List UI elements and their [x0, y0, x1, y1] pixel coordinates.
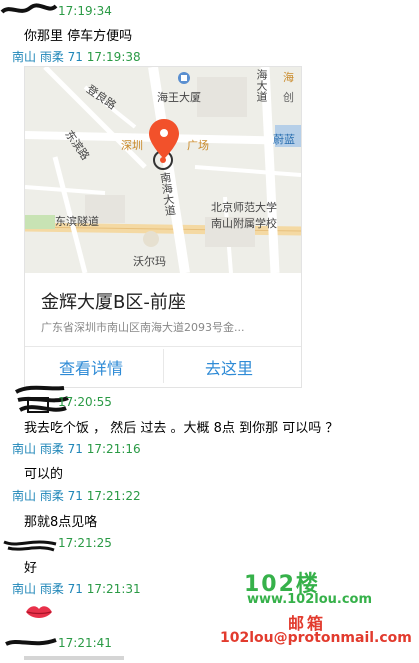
map-label: 沃尔玛 [133, 255, 166, 268]
message-text: 可以的 [24, 467, 64, 482]
message-header: 南山 雨柔 71 17:21:16 [12, 440, 141, 457]
sender-name: 南山 雨柔 71 [12, 442, 83, 456]
message-text: 我去吃个饭 ， 然后 过去 。大概 8点 到你那 可以吗 ？ [24, 421, 339, 436]
message-time: 17:21:25 [58, 536, 112, 550]
sender-name: 南山 雨柔 71 [12, 582, 83, 596]
map-label: 北京师范大学 [211, 201, 277, 214]
location-pin-icon [149, 119, 179, 159]
message-time: 17:21:22 [86, 489, 141, 503]
map-label: 广场 [187, 139, 209, 152]
watermark-email: 102lou@protonmail.com [220, 630, 412, 646]
navigate-button[interactable]: 去这里 [205, 355, 253, 379]
message-time: 17:21:16 [86, 442, 141, 456]
location-card[interactable]: 海王大厦 深圳 广场 南海大道 海大道 海 创 蔚蓝 东滨隧道 沃尔玛 北京师范… [24, 66, 302, 388]
map-label: 南山附属学校 [211, 217, 277, 230]
message-time: 17:19:38 [86, 50, 141, 64]
message-time: 17:19:34 [58, 4, 112, 18]
map-label: 深圳 [121, 139, 143, 152]
map-label: 海 [283, 71, 294, 84]
location-title: 金辉大厦B区-前座 [41, 292, 186, 313]
map-poi-icon [178, 72, 190, 84]
map-label: 海大道 [255, 69, 268, 102]
map-label: 东滨隧道 [55, 215, 99, 228]
sender-name: 南山 雨柔 71 [12, 50, 83, 64]
message-header: 南山 雨柔 71 17:21:22 [12, 487, 141, 504]
redacted-name-scribble [0, 3, 58, 14]
message-time: 17:21:41 [58, 636, 112, 650]
map-label: 蔚蓝 [273, 133, 295, 146]
message-time: 17:20:55 [58, 395, 112, 409]
cut-off-message-text [24, 656, 124, 660]
view-details-button[interactable]: 查看详情 [59, 355, 123, 379]
message-header: 南山 雨柔 71 17:21:31 [12, 580, 141, 597]
message-text: 那就8点见咯 [24, 515, 98, 530]
redacted-name-scribble [3, 540, 57, 552]
map-label: 创 [283, 91, 294, 104]
divider [163, 349, 164, 383]
message-text: 你那里 停车方便吗 [24, 29, 133, 44]
map-preview[interactable]: 海王大厦 深圳 广场 南海大道 海大道 海 创 蔚蓝 东滨隧道 沃尔玛 北京师范… [25, 67, 301, 273]
message-time: 17:21:31 [86, 582, 141, 596]
lips-icon [26, 606, 52, 618]
redacted-name-scribble [5, 638, 57, 646]
watermark-url: www.102lou.com [247, 592, 373, 607]
sender-name: 南山 雨柔 71 [12, 489, 83, 503]
message-header: 南山 雨柔 71 17:19:38 [12, 48, 141, 65]
divider [25, 346, 301, 347]
message-text: 好 [24, 561, 38, 576]
location-address: 广东省深圳市南山区南海大道2093号金... [41, 321, 245, 334]
map-label: 海王大厦 [157, 91, 201, 104]
